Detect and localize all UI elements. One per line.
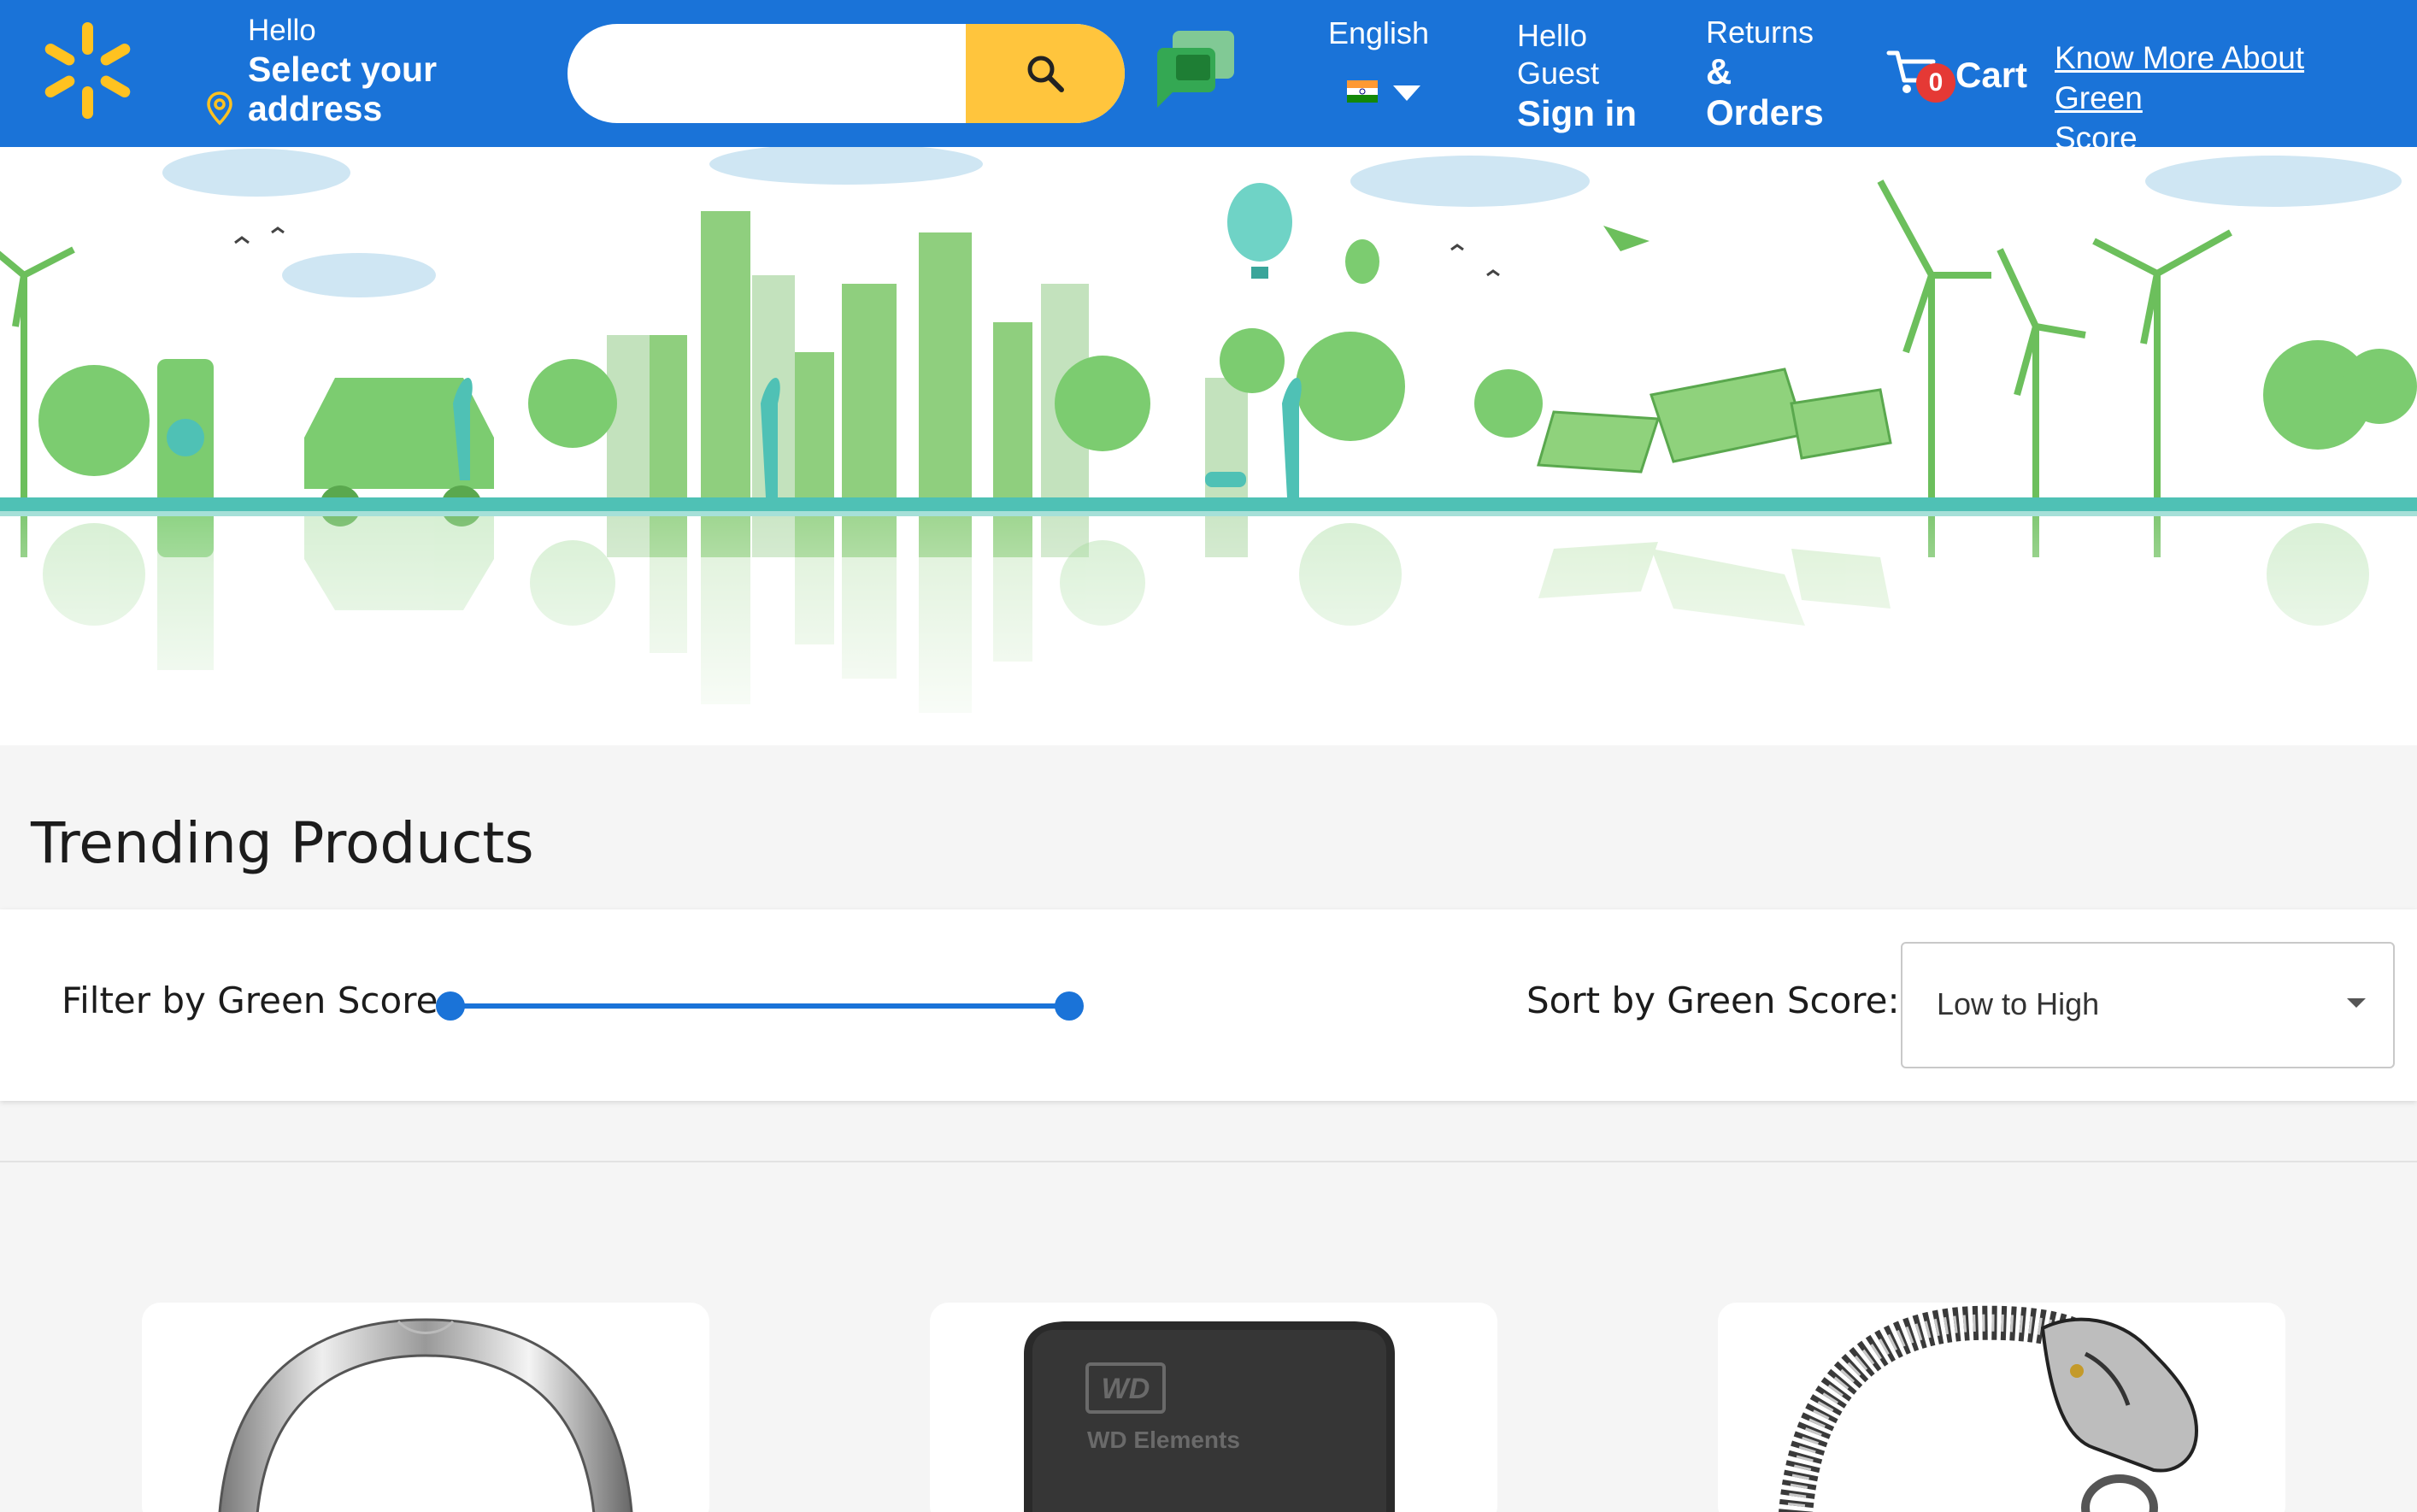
address-greeting: Hello	[248, 14, 316, 47]
search-input[interactable]	[567, 24, 966, 123]
address-prompt-line2: address	[248, 89, 383, 128]
top-navbar: Hello Select your address English Hello …	[0, 0, 2417, 156]
sign-in-label: Sign in	[1517, 93, 1637, 133]
chevron-down-icon	[1393, 85, 1420, 101]
address-prompt-line1: Select your	[248, 50, 438, 89]
location-pin-icon	[207, 91, 232, 126]
range-slider-max-handle[interactable]	[1055, 991, 1084, 1021]
greeting-hello: Hello	[1517, 18, 1588, 53]
section-title: Trending Products	[31, 810, 534, 876]
wd-logo-text: WD	[1102, 1373, 1150, 1405]
sort-label: Sort by Green Score:	[1526, 980, 1900, 1021]
dragon-bracelet-image	[1779, 1305, 2199, 1512]
green-city-banner	[0, 147, 2417, 745]
returns-label: Returns	[1706, 15, 1814, 50]
green-city-illustration	[0, 147, 2417, 745]
orders-label: Orders	[1706, 92, 1824, 132]
product-card[interactable]	[142, 1303, 709, 1512]
silver-ring-image	[218, 1318, 633, 1512]
search-bar	[567, 24, 1125, 123]
search-button[interactable]	[966, 24, 1125, 123]
greeting-guest: Guest	[1517, 56, 1600, 91]
sign-in-link[interactable]: Hello Guest Sign in	[1517, 17, 1637, 135]
walmart-spark-icon[interactable]	[34, 17, 141, 124]
filter-sort-bar: Filter by Green Score: Sort by Green Sco…	[0, 909, 2417, 1101]
sort-order-dropdown[interactable]: Low to High	[1901, 942, 2395, 1068]
green-score-range-slider[interactable]	[450, 1003, 1069, 1009]
hard-drive-image: WD WD Elements	[1024, 1321, 1395, 1512]
section-divider	[0, 1161, 2417, 1162]
drive-brand-text: WD Elements	[1087, 1427, 1240, 1453]
know-more-line1: Know More About Green	[2055, 40, 2305, 115]
returns-orders-link[interactable]: Returns & Orders	[1706, 14, 1824, 133]
chat-icon[interactable]	[1154, 29, 1236, 111]
returns-ampersand: &	[1706, 51, 1732, 91]
cart-label: Cart	[1955, 55, 2028, 95]
product-card[interactable]	[1718, 1303, 2285, 1512]
green-score-info-link[interactable]: Know More About Green Score	[2055, 38, 2396, 158]
language-selector[interactable]: English	[1328, 15, 1431, 103]
search-icon	[1027, 56, 1064, 92]
india-flag-icon	[1347, 80, 1378, 103]
product-card[interactable]: WD WD Elements	[930, 1303, 1497, 1512]
range-slider-min-handle[interactable]	[436, 991, 465, 1021]
sort-selected-value: Low to High	[1937, 986, 2100, 1021]
filter-label: Filter by Green Score:	[62, 980, 450, 1021]
cart-count-badge: 0	[1916, 63, 1955, 103]
language-label: English	[1328, 15, 1430, 50]
dropdown-arrow-icon	[2347, 998, 2366, 1008]
